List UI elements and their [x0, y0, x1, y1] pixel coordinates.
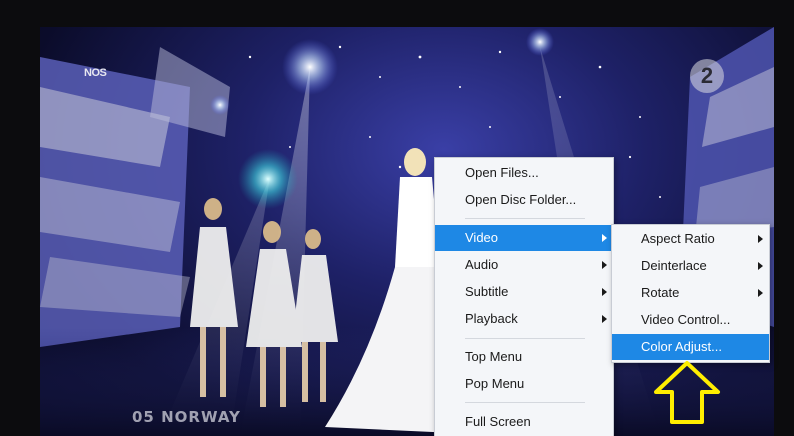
submenu-item-color-adjust[interactable]: Color Adjust... — [612, 334, 769, 360]
menu-item-open-files[interactable]: Open Files... — [435, 160, 613, 186]
context-menu: Open Files... Open Disc Folder... Video … — [434, 157, 614, 436]
menu-item-video[interactable]: Video — [435, 225, 613, 251]
submenu-arrow-icon — [602, 315, 607, 323]
submenu-item-deinterlace[interactable]: Deinterlace — [612, 253, 769, 279]
menu-item-label: Open Disc Folder... — [465, 192, 577, 207]
submenu-item-video-control[interactable]: Video Control... — [612, 307, 769, 333]
channel-logo: 2 — [690, 59, 724, 93]
submenu-arrow-icon — [758, 262, 763, 270]
menu-item-label: Aspect Ratio — [641, 231, 715, 246]
menu-separator — [465, 402, 585, 403]
menu-item-label: Color Adjust... — [641, 339, 722, 354]
player-window: NOS 2 05 NORWAY Open Files... Open Disc … — [0, 0, 794, 436]
menu-item-label: Video Control... — [641, 312, 731, 327]
menu-item-label: Full Screen — [465, 414, 531, 429]
submenu-arrow-icon — [602, 261, 607, 269]
submenu-arrow-icon — [602, 234, 607, 242]
menu-item-label: Top Menu — [465, 349, 523, 364]
menu-item-full-screen[interactable]: Full Screen — [435, 409, 613, 435]
menu-separator — [465, 338, 585, 339]
menu-item-label: Video — [465, 230, 499, 245]
menu-item-label: Rotate — [641, 285, 680, 300]
submenu-item-aspect-ratio[interactable]: Aspect Ratio — [612, 226, 769, 252]
menu-item-label: Playback — [465, 311, 518, 326]
submenu-arrow-icon — [758, 235, 763, 243]
broadcaster-logo: NOS — [84, 67, 107, 79]
menu-item-top-menu[interactable]: Top Menu — [435, 344, 613, 370]
menu-item-open-disc-folder[interactable]: Open Disc Folder... — [435, 187, 613, 213]
up-arrow-outline-icon — [654, 361, 720, 424]
menu-item-playback[interactable]: Playback — [435, 306, 613, 332]
menu-item-label: Pop Menu — [465, 376, 525, 391]
menu-item-subtitle[interactable]: Subtitle — [435, 279, 613, 305]
menu-item-label: Audio — [465, 257, 499, 272]
menu-item-pop-menu[interactable]: Pop Menu — [435, 371, 613, 397]
menu-item-audio[interactable]: Audio — [435, 252, 613, 278]
submenu-arrow-icon — [602, 288, 607, 296]
submenu-item-rotate[interactable]: Rotate — [612, 280, 769, 306]
menu-separator — [465, 218, 585, 219]
menu-item-label: Deinterlace — [641, 258, 707, 273]
menu-item-label: Subtitle — [465, 284, 509, 299]
submenu-arrow-icon — [758, 289, 763, 297]
menu-item-label: Open Files... — [465, 165, 539, 180]
video-submenu: Aspect Ratio Deinterlace Rotate Video Co… — [611, 224, 770, 363]
video-caption: 05 NORWAY — [132, 408, 241, 426]
